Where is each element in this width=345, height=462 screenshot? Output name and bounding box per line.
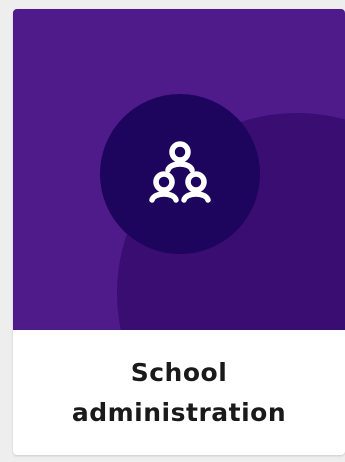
people-group-icon xyxy=(149,141,211,203)
card-banner xyxy=(13,9,345,330)
icon-badge xyxy=(100,94,260,254)
card-title-line-1: School xyxy=(130,357,228,387)
card-title-line-2: administration xyxy=(71,397,287,427)
school-administration-card[interactable]: School administration xyxy=(13,9,345,455)
card-title: School administration xyxy=(13,330,345,455)
